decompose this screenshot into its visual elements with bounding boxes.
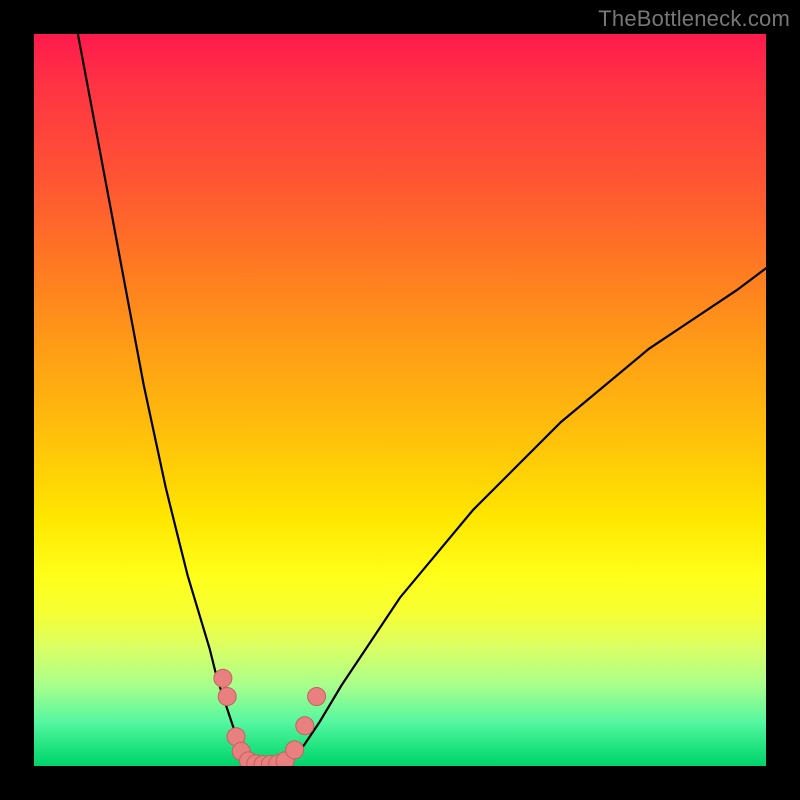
watermark-text: TheBottleneck.com [598,6,790,32]
plot-area [34,34,766,766]
chart-frame: TheBottleneck.com [0,0,800,800]
